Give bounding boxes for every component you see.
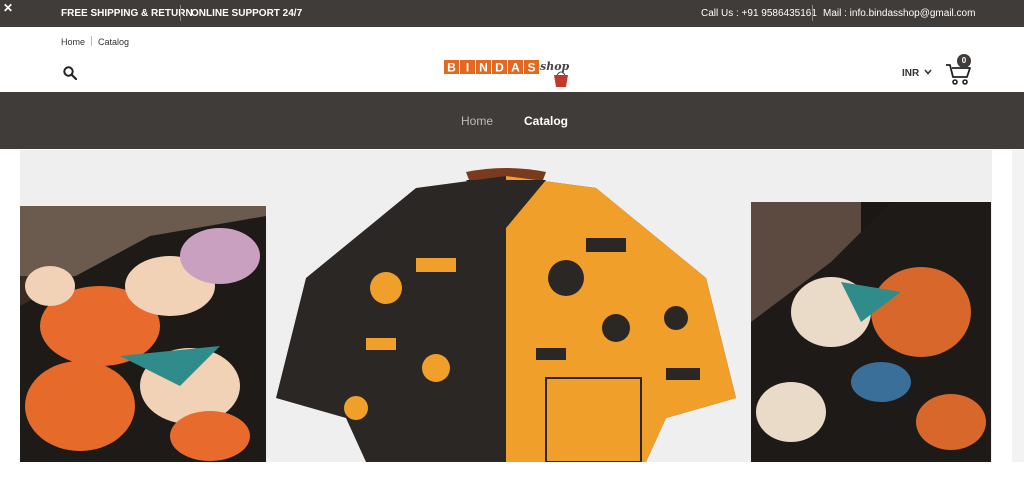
currency-selector[interactable]: INR	[902, 68, 932, 79]
call-us-text: Call Us : +91 9586435161	[701, 8, 817, 19]
main-nav: Home Catalog	[0, 92, 1024, 149]
slide-image-dark-floral-shirt[interactable]	[751, 202, 991, 462]
breadcrumb-home[interactable]: Home	[61, 37, 85, 47]
slide-image-halloween-shirt[interactable]	[266, 168, 746, 462]
cart-count-badge: 0	[957, 54, 971, 68]
nav-catalog[interactable]: Catalog	[524, 114, 568, 128]
logo-script: shop	[540, 60, 570, 73]
divider	[812, 5, 813, 21]
close-icon[interactable]: ✕	[3, 1, 13, 15]
nav-home[interactable]: Home	[461, 114, 493, 128]
top-announcement-bar: ✕ FREE SHIPPING & RETURN ONLINE SUPPORT …	[0, 0, 1024, 27]
chevron-down-icon	[924, 69, 932, 75]
next-slide-peek[interactable]	[1012, 150, 1024, 462]
search-icon[interactable]	[63, 66, 77, 80]
logo-letter: B	[447, 61, 456, 75]
breadcrumb-catalog[interactable]: Catalog	[98, 37, 129, 47]
logo-letter: I	[466, 61, 469, 75]
currency-label: INR	[902, 68, 920, 79]
logo-letter: S	[527, 61, 535, 75]
breadcrumb: Home Catalog	[61, 36, 129, 47]
logo-letter: A	[511, 61, 520, 75]
brand-logo[interactable]: B I N D A S shop	[444, 56, 584, 90]
slide-image-floral-shirt[interactable]	[20, 206, 266, 462]
logo-letter: N	[479, 61, 488, 75]
online-support-text: ONLINE SUPPORT 24/7	[191, 8, 303, 19]
mail-text: Mail : info.bindasshop@gmail.com	[823, 8, 976, 19]
divider	[180, 5, 181, 21]
free-shipping-text: FREE SHIPPING & RETURN	[61, 8, 193, 19]
logo-letter: D	[495, 61, 504, 75]
